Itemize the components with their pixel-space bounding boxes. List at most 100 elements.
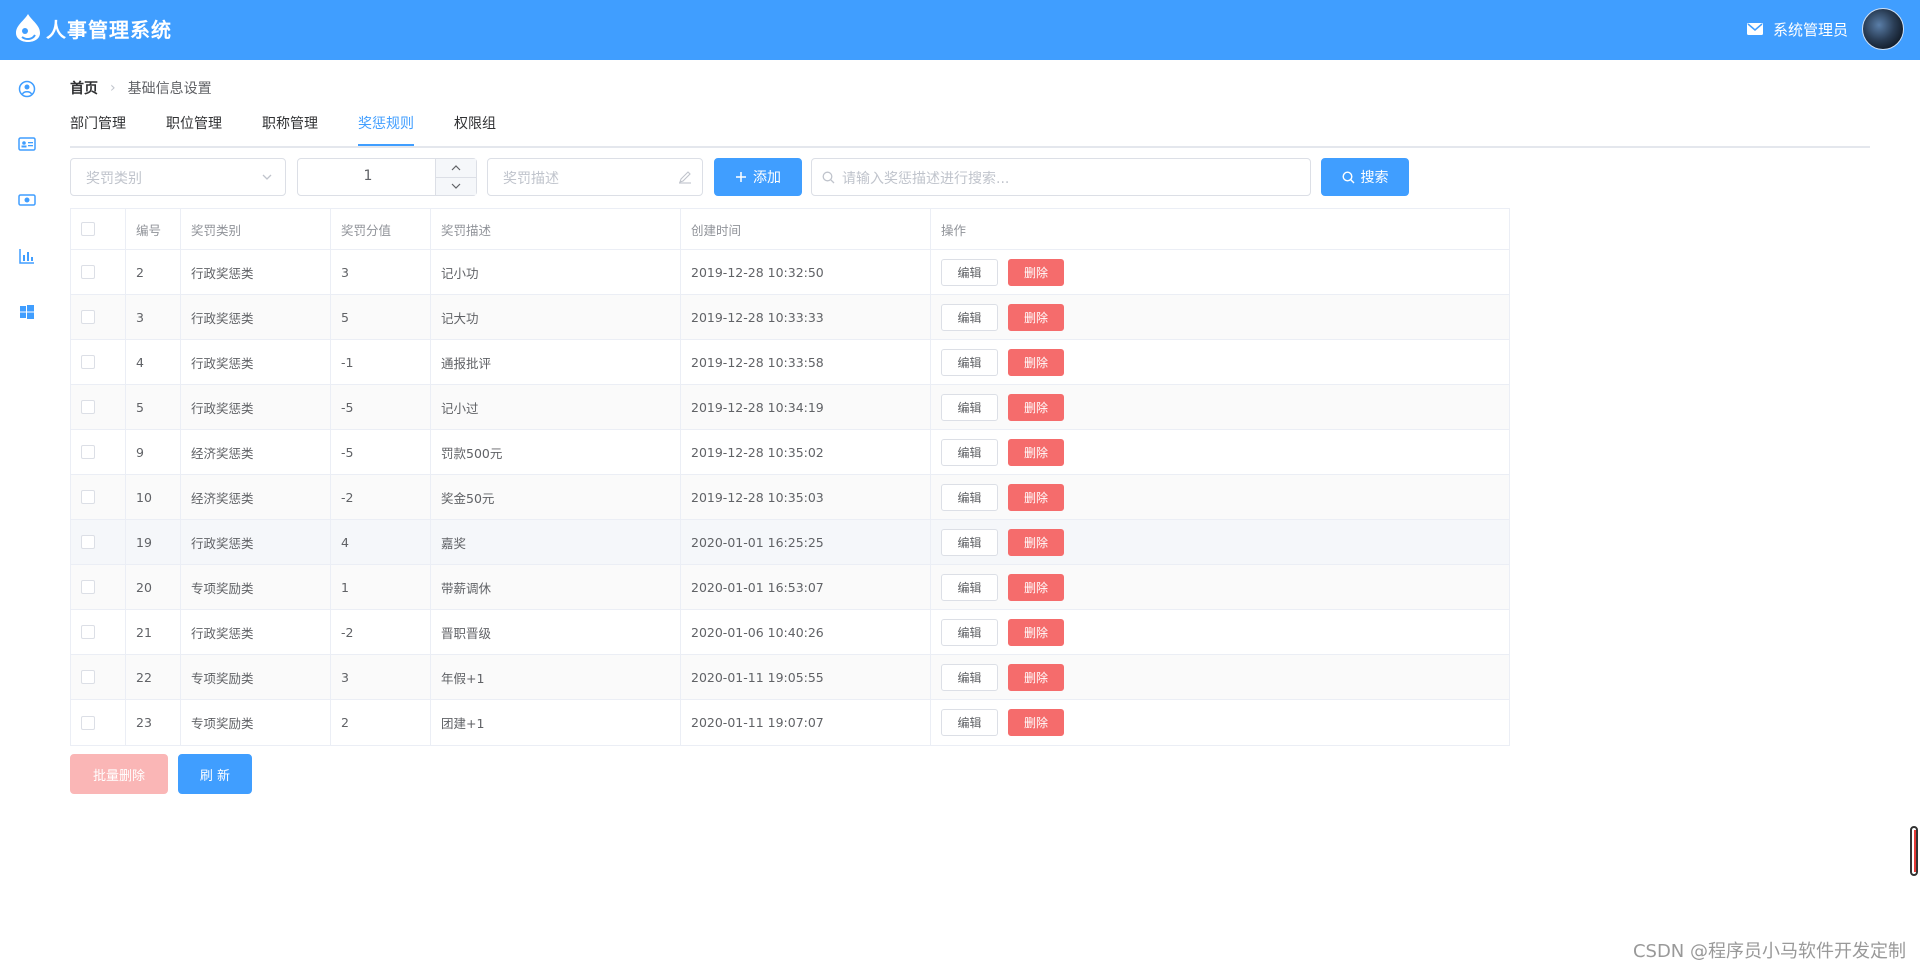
cell-actions: 编辑 删除	[931, 430, 1509, 474]
row-checkbox[interactable]	[81, 670, 95, 684]
tab-position[interactable]: 职位管理	[166, 112, 222, 146]
windows-icon[interactable]	[18, 303, 36, 321]
money-icon[interactable]	[18, 191, 36, 209]
plus-icon	[736, 172, 746, 182]
edit-button[interactable]: 编辑	[941, 528, 998, 556]
watermark: CSDN @程序员小马软件开发定制	[1632, 941, 1906, 962]
score-input-number[interactable]: 1	[297, 158, 477, 196]
row-checkbox[interactable]	[81, 310, 95, 324]
cell-description: 年假+1	[431, 655, 681, 699]
tab-department[interactable]: 部门管理	[70, 112, 126, 146]
cell-description: 记小过	[431, 385, 681, 429]
logo-drop-icon	[16, 14, 40, 42]
cell-description: 记小功	[431, 250, 681, 294]
row-checkbox[interactable]	[81, 625, 95, 639]
scrollbar[interactable]	[1910, 826, 1918, 876]
delete-button[interactable]: 删除	[1008, 348, 1064, 376]
delete-button[interactable]: 删除	[1008, 618, 1064, 646]
table-row[interactable]: 2 行政奖惩类 3 记小功 2019-12-28 10:32:50 编辑 删除	[71, 250, 1509, 295]
cell-id: 10	[126, 475, 181, 519]
cell-score: -5	[331, 430, 431, 474]
delete-button[interactable]: 删除	[1008, 709, 1064, 736]
delete-button[interactable]: 删除	[1008, 258, 1064, 286]
cell-score: 3	[331, 250, 431, 294]
header-description: 奖罚描述	[431, 209, 681, 249]
user-icon[interactable]	[18, 80, 36, 98]
id-card-icon[interactable]	[18, 135, 36, 153]
score-decrease-button[interactable]	[436, 177, 476, 195]
edit-button[interactable]: 编辑	[941, 618, 998, 646]
table-row[interactable]: 22 专项奖励类 3 年假+1 2020-01-11 19:05:55 编辑 删除	[71, 655, 1509, 700]
edit-button[interactable]: 编辑	[941, 348, 998, 376]
cell-description: 嘉奖	[431, 520, 681, 564]
row-checkbox[interactable]	[81, 490, 95, 504]
row-checkbox[interactable]	[81, 715, 95, 730]
add-button[interactable]: 添加	[714, 158, 802, 196]
row-checkbox[interactable]	[81, 580, 95, 594]
select-all-checkbox[interactable]	[81, 222, 95, 236]
cell-description: 带薪调休	[431, 565, 681, 609]
cell-actions: 编辑 删除	[931, 250, 1509, 294]
edit-button[interactable]: 编辑	[941, 258, 998, 286]
table-row[interactable]: 20 专项奖励类 1 带薪调休 2020-01-01 16:53:07 编辑 删除	[71, 565, 1509, 610]
delete-button[interactable]: 删除	[1008, 528, 1064, 556]
cell-actions: 编辑 删除	[931, 475, 1509, 519]
cell-category: 经济奖惩类	[181, 475, 331, 519]
search-input[interactable]: 请输入奖惩描述进行搜索...	[811, 158, 1311, 196]
row-checkbox[interactable]	[81, 400, 95, 414]
edit-button[interactable]: 编辑	[941, 483, 998, 511]
score-value[interactable]: 1	[298, 168, 438, 184]
row-checkbox[interactable]	[81, 355, 95, 369]
chevron-down-icon	[451, 183, 461, 189]
cell-created-time: 2020-01-11 19:05:55	[681, 655, 931, 699]
header-select-all	[71, 209, 126, 249]
table-row[interactable]: 5 行政奖惩类 -5 记小过 2019-12-28 10:34:19 编辑 删除	[71, 385, 1509, 430]
refresh-button[interactable]: 刷 新	[178, 754, 252, 794]
table-row[interactable]: 19 行政奖惩类 4 嘉奖 2020-01-01 16:25:25 编辑 删除	[71, 520, 1509, 565]
table-row[interactable]: 3 行政奖惩类 5 记大功 2019-12-28 10:33:33 编辑 删除	[71, 295, 1509, 340]
table-row[interactable]: 10 经济奖惩类 -2 奖金50元 2019-12-28 10:35:03 编辑 删除	[71, 475, 1509, 520]
bar-chart-icon[interactable]	[18, 247, 36, 265]
tab-reward-rules[interactable]: 奖惩规则	[358, 112, 414, 146]
description-input[interactable]: 奖罚描述	[487, 158, 703, 196]
avatar[interactable]	[1862, 8, 1904, 50]
delete-button[interactable]: 删除	[1008, 573, 1064, 601]
row-checkbox[interactable]	[81, 265, 95, 279]
table-row[interactable]: 9 经济奖惩类 -5 罚款500元 2019-12-28 10:35:02 编辑 删除	[71, 430, 1509, 475]
edit-button[interactable]: 编辑	[941, 393, 998, 421]
tab-job-title[interactable]: 职称管理	[262, 112, 318, 146]
table-row[interactable]: 23 专项奖励类 2 团建+1 2020-01-11 19:07:07 编辑 删除	[71, 700, 1509, 745]
category-select[interactable]: 奖罚类别	[70, 158, 286, 196]
delete-button[interactable]: 删除	[1008, 483, 1064, 511]
user-name[interactable]: 系统管理员	[1773, 19, 1848, 40]
cell-created-time: 2019-12-28 10:32:50	[681, 250, 931, 294]
cell-created-time: 2019-12-28 10:33:33	[681, 295, 931, 339]
table-row[interactable]: 4 行政奖惩类 -1 通报批评 2019-12-28 10:33:58 编辑 删除	[71, 340, 1509, 385]
edit-button[interactable]: 编辑	[941, 438, 998, 466]
delete-button[interactable]: 删除	[1008, 303, 1064, 331]
table-row[interactable]: 21 行政奖惩类 -2 晋职晋级 2020-01-06 10:40:26 编辑 删除	[71, 610, 1509, 655]
cell-category: 经济奖惩类	[181, 430, 331, 474]
reward-rules-table: 编号 奖罚类别 奖罚分值 奖罚描述 创建时间 操作 2 行政奖惩类 3 记小功 2019…	[70, 208, 1510, 746]
user-menu[interactable]: 系统管理员	[1746, 8, 1904, 50]
edit-button[interactable]: 编辑	[941, 303, 998, 331]
score-increase-button[interactable]	[436, 159, 476, 178]
app-logo[interactable]: 人事管理系统	[14, 13, 172, 43]
breadcrumb-home[interactable]: 首页	[70, 78, 98, 98]
row-checkbox[interactable]	[81, 445, 95, 459]
search-button[interactable]: 搜索	[1321, 158, 1409, 196]
mail-icon[interactable]	[1746, 23, 1763, 35]
tab-permission-group[interactable]: 权限组	[454, 112, 496, 146]
row-checkbox[interactable]	[81, 535, 95, 549]
batch-delete-button[interactable]: 批量删除	[70, 754, 168, 794]
delete-button[interactable]: 删除	[1008, 393, 1064, 421]
delete-button[interactable]: 删除	[1008, 438, 1064, 466]
cell-actions: 编辑 删除	[931, 610, 1509, 654]
edit-button[interactable]: 编辑	[941, 709, 998, 736]
cell-created-time: 2020-01-01 16:25:25	[681, 520, 931, 564]
table-body: 2 行政奖惩类 3 记小功 2019-12-28 10:32:50 编辑 删除 3 行政奖惩类 5…	[71, 250, 1509, 745]
edit-button[interactable]: 编辑	[941, 573, 998, 601]
edit-button[interactable]: 编辑	[941, 663, 998, 691]
cell-score: 3	[331, 655, 431, 699]
delete-button[interactable]: 删除	[1008, 663, 1064, 691]
